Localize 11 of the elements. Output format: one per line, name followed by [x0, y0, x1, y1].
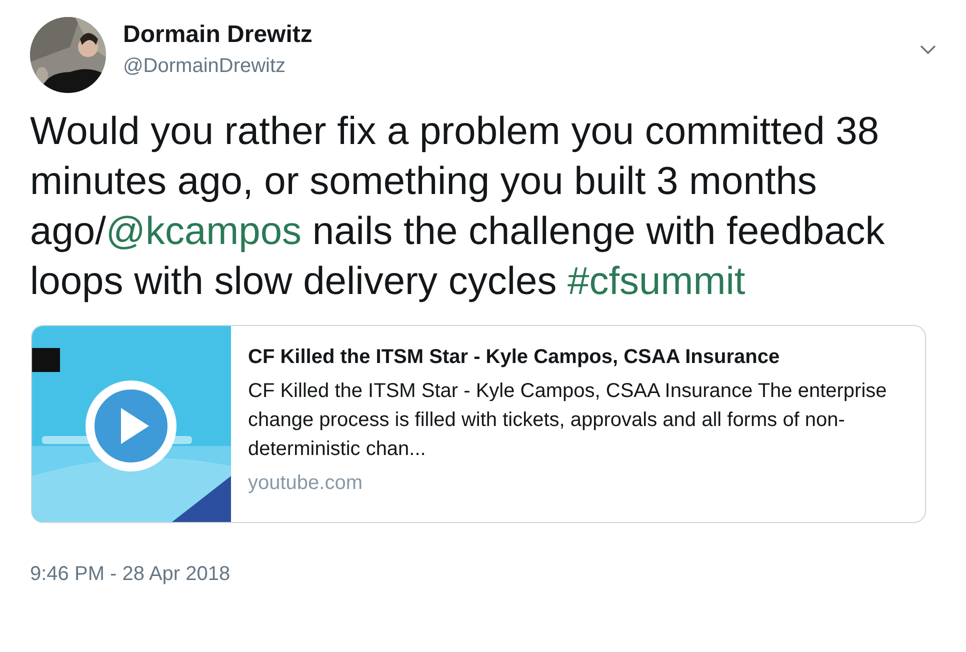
link-card[interactable] [31, 325, 926, 523]
author-handle[interactable]: @DormainDrewitz [123, 53, 903, 79]
tweet-text: Would you rather fix a problem you committed 38 minutes ago, or something you built 3 months ago/@kcampos nails the challenge with feedback loops with slow delivery cycles #cfsummit [30, 109, 886, 305]
timestamp[interactable]: 9:46 PM - 28 Apr 2018 [30, 561, 936, 587]
hashtag-link[interactable]: #cfsummit [568, 260, 746, 303]
card-title: CF Killed the ITSM Star - Kyle Campos, CSAA Insurance [248, 345, 781, 370]
card-description: CF Killed the ITSM Star - Kyle Campos, CSAA Insurance The enterprise change process is filled with tickets, approvals and all forms of non-deterministic chan... [248, 379, 888, 462]
author-name[interactable]: Dormain Drewitz [123, 21, 903, 49]
mention-link[interactable]: @kcampos [106, 210, 302, 253]
chevron-down-icon[interactable] [920, 45, 936, 55]
card-domain: youtube.com [248, 471, 364, 496]
